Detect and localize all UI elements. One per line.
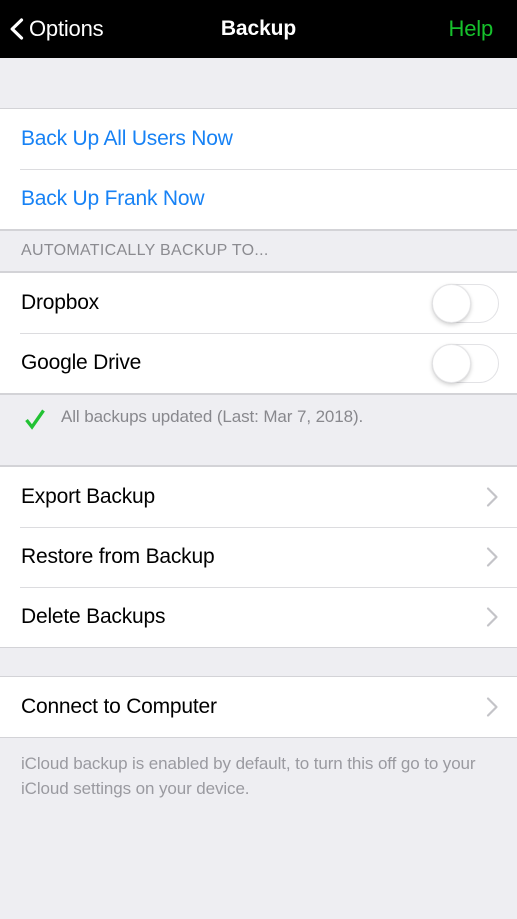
back-button[interactable]: Options [0, 0, 104, 58]
checkmark-icon [25, 409, 45, 430]
dropbox-row[interactable]: Dropbox [0, 273, 517, 333]
export-backup-row[interactable]: Export Backup [0, 467, 517, 527]
help-button[interactable]: Help [449, 18, 517, 40]
google-drive-label: Google Drive [21, 351, 142, 375]
back-up-all-users-row[interactable]: Back Up All Users Now [0, 109, 517, 169]
auto-backup-group: Dropbox Google Drive [0, 272, 517, 394]
navigation-bar: Options Backup Help [0, 0, 517, 58]
connect-group: Connect to Computer [0, 676, 517, 738]
dropbox-toggle[interactable] [432, 283, 499, 323]
chevron-right-icon [486, 697, 498, 717]
google-drive-toggle[interactable] [432, 343, 499, 383]
chevron-right-icon [486, 487, 498, 507]
backup-management-group: Export Backup Restore from Backup Delete… [0, 466, 517, 648]
google-drive-toggle-knob [432, 343, 471, 383]
backup-status-text: All backups updated (Last: Mar 7, 2018). [61, 407, 364, 426]
backup-settings-screen: Options Backup Help Back Up All Users No… [0, 0, 517, 919]
export-backup-label: Export Backup [21, 485, 155, 509]
settings-list: Back Up All Users Now Back Up Frank Now … [0, 58, 517, 919]
dropbox-label: Dropbox [21, 291, 99, 315]
connect-to-computer-label: Connect to Computer [21, 695, 217, 719]
restore-from-backup-label: Restore from Backup [21, 545, 215, 569]
chevron-left-icon [10, 18, 24, 40]
backup-now-group: Back Up All Users Now Back Up Frank Now [0, 108, 517, 230]
back-up-frank-label: Back Up Frank Now [21, 187, 205, 211]
delete-backups-label: Delete Backups [21, 605, 166, 629]
dropbox-toggle-knob [432, 283, 471, 323]
chevron-right-icon [486, 547, 498, 567]
connect-to-computer-row[interactable]: Connect to Computer [0, 677, 517, 737]
auto-backup-section-header: AUTOMATICALLY BACKUP TO... [0, 230, 517, 272]
back-up-frank-row[interactable]: Back Up Frank Now [0, 169, 517, 229]
chevron-right-icon [486, 607, 498, 627]
back-up-all-users-label: Back Up All Users Now [21, 127, 233, 151]
backup-status: All backups updated (Last: Mar 7, 2018). [0, 394, 517, 466]
delete-backups-row[interactable]: Delete Backups [0, 587, 517, 647]
icloud-footer-note: iCloud backup is enabled by default, to … [0, 738, 517, 802]
section-spacer [0, 648, 517, 676]
restore-from-backup-row[interactable]: Restore from Backup [0, 527, 517, 587]
google-drive-row[interactable]: Google Drive [0, 333, 517, 393]
top-spacer [0, 58, 517, 108]
back-button-label: Options [29, 16, 104, 41]
